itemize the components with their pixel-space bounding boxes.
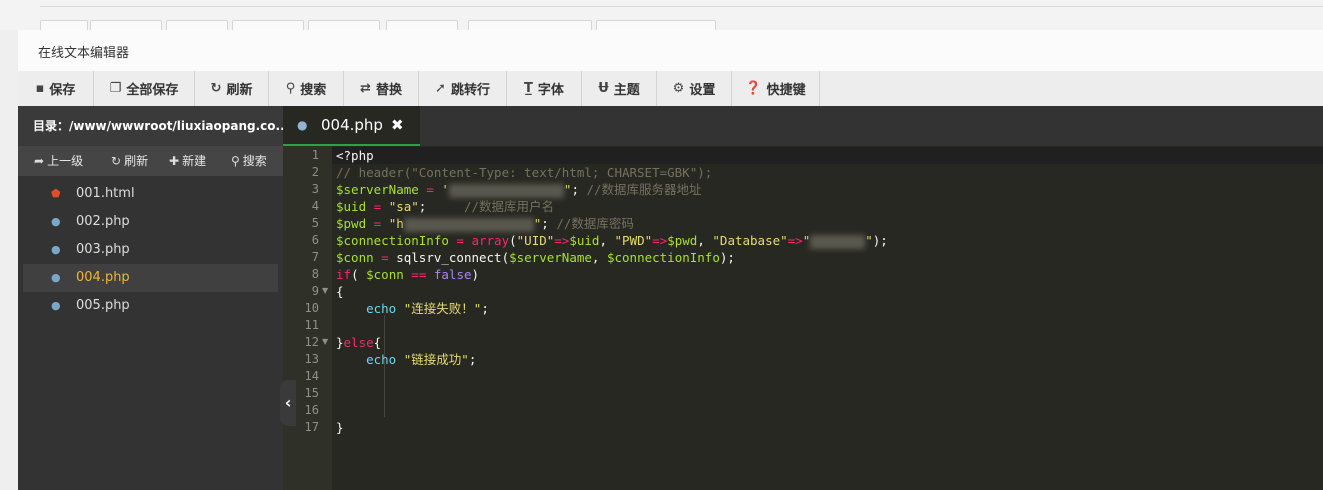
php-elephant-icon: ●: [51, 271, 61, 284]
shortcuts-button[interactable]: ❓ 快捷键: [732, 71, 820, 106]
background-divider: [40, 6, 1323, 7]
file-list: ⬟ 001.html ● 002.php ● 003.php ● 004.php ● 00…: [23, 180, 278, 320]
line-number: 7: [311, 250, 319, 264]
fold-arrow-icon[interactable]: ▼: [322, 286, 328, 295]
code-editor[interactable]: <?php // header("Content-Type: text/html…: [336, 146, 1323, 490]
window-title: 在线文本编辑器: [38, 46, 130, 61]
search-button[interactable]: ⚲ 搜索: [269, 71, 344, 106]
code-line: echo "链接成功";: [366, 352, 477, 367]
collapse-sidebar-button[interactable]: ‹: [280, 380, 296, 426]
line-number: 11: [304, 318, 319, 332]
line-number: 1: [311, 148, 319, 162]
background-panel: [0, 30, 19, 490]
redacted-value: [448, 183, 564, 198]
window-titlebar: 在线文本编辑器: [18, 30, 1323, 72]
save-all-button[interactable]: ❐ 全部保存: [94, 71, 195, 106]
php-elephant-icon: ●: [297, 118, 308, 132]
line-number: 12: [304, 335, 319, 349]
file-item-004-php[interactable]: ● 004.php: [23, 264, 278, 292]
goto-line-button[interactable]: ➚ 跳转行: [419, 71, 507, 106]
refresh-button[interactable]: ↻ 刷新: [195, 71, 269, 106]
code-line: $uid = "sa"; //数据库用户名: [336, 199, 555, 214]
settings-button[interactable]: ⚙ 设置: [657, 71, 732, 106]
magnet-icon: Ʉ: [598, 81, 609, 96]
share-arrow-icon: ➦: [34, 154, 45, 168]
floppy-disk-icon: ▪: [35, 81, 45, 96]
line-number: 8: [311, 267, 319, 281]
save-button[interactable]: ▪ 保存: [18, 71, 94, 106]
line-number: 5: [311, 216, 319, 230]
editor-toolbar: ▪ 保存 ❐ 全部保存 ↻ 刷新 ⚲ 搜索 ⇄ 替换 ➚ 跳转行 T̲ 字体 Ʉ 主题 ⚙ 设置 …: [18, 71, 1323, 107]
html5-icon: ⬟: [51, 187, 61, 200]
background-tab-bar: [0, 0, 1323, 33]
replace-button[interactable]: ⇄ 替换: [344, 71, 419, 106]
file-item-005-php[interactable]: ● 005.php: [23, 292, 278, 320]
search-icon: ⚲: [285, 81, 296, 96]
line-number: 2: [311, 165, 319, 179]
copy-icon: ❐: [109, 81, 122, 96]
close-icon[interactable]: ✖: [391, 106, 404, 144]
plus-icon: ✚: [169, 154, 180, 168]
code-line: echo "连接失败！";: [366, 301, 489, 316]
text-height-icon: T̲: [524, 81, 533, 96]
code-line: <?php: [336, 148, 374, 163]
code-line: $serverName = ' "; //数据库服务器地址: [336, 182, 702, 198]
line-number-gutter: 1 2 3 4 5 6 7 8 9 ▼ 10 11 12 ▼ 13 14 15 …: [283, 146, 332, 490]
code-line: }: [336, 420, 344, 435]
directory-path[interactable]: 目录：/www/wwwroot/liuxiaopang.co...: [18, 106, 283, 146]
redacted-value: [810, 234, 866, 249]
code-line: {: [336, 284, 344, 299]
file-sidebar: 目录：/www/wwwroot/liuxiaopang.co... ➦ 上一级 ↻…: [18, 106, 283, 490]
code-line: }else{: [336, 335, 382, 350]
code-line: $connectionInfo = array("UID"=>$uid, "PW…: [336, 233, 888, 249]
font-button[interactable]: T̲ 字体: [507, 71, 582, 106]
new-file-button[interactable]: ✚ 新建: [169, 146, 206, 176]
file-item-002-php[interactable]: ● 002.php: [23, 208, 278, 236]
retweet-icon: ⇄: [360, 81, 371, 96]
chevron-left-icon: ‹: [284, 393, 292, 412]
fold-arrow-icon[interactable]: ▼: [322, 337, 328, 346]
gear-icon: ⚙: [672, 81, 685, 96]
search-icon: ⚲: [231, 154, 240, 168]
code-line: $pwd = "h "; //数据库密码: [336, 216, 634, 232]
tab-004-php[interactable]: ● 004.php ✖: [283, 106, 420, 146]
sidebar-search-button[interactable]: ⚲ 搜索: [231, 146, 267, 176]
sidebar-actions: ➦ 上一级 ↻ 刷新 ✚ 新建 ⚲ 搜索: [18, 146, 283, 176]
go-up-button[interactable]: ➦ 上一级: [34, 146, 83, 176]
editor-window: 在线文本编辑器 ▪ 保存 ❐ 全部保存 ↻ 刷新 ⚲ 搜索 ⇄ 替换 ➚ 跳转行 T̲ 字体 …: [18, 30, 1323, 490]
redacted-value: [403, 217, 534, 232]
php-elephant-icon: ●: [51, 243, 61, 256]
sidebar-refresh-button[interactable]: ↻ 刷新: [111, 146, 148, 176]
line-number: 9: [311, 284, 319, 298]
line-number: 6: [311, 233, 319, 247]
line-number: 10: [304, 301, 319, 315]
line-number: 4: [311, 199, 319, 213]
theme-button[interactable]: Ʉ 主题: [582, 71, 657, 106]
editor-tab-bar: ● 004.php ✖: [283, 106, 1323, 146]
arrow-icon: ➚: [435, 81, 446, 96]
code-line: $conn = sqlsrv_connect($serverName, $con…: [336, 250, 735, 265]
code-line: // header("Content-Type: text/html; CHAR…: [336, 165, 713, 180]
line-number: 3: [311, 182, 319, 196]
file-item-003-php[interactable]: ● 003.php: [23, 236, 278, 264]
php-elephant-icon: ●: [51, 299, 61, 312]
file-item-001-html[interactable]: ⬟ 001.html: [23, 180, 278, 208]
refresh-icon: ↻: [210, 81, 222, 96]
line-number: 13: [304, 352, 319, 366]
refresh-icon: ↻: [111, 154, 122, 168]
code-line: if( $conn == false): [336, 267, 480, 282]
php-elephant-icon: ●: [51, 215, 61, 228]
help-circle-icon: ❓: [745, 81, 762, 96]
